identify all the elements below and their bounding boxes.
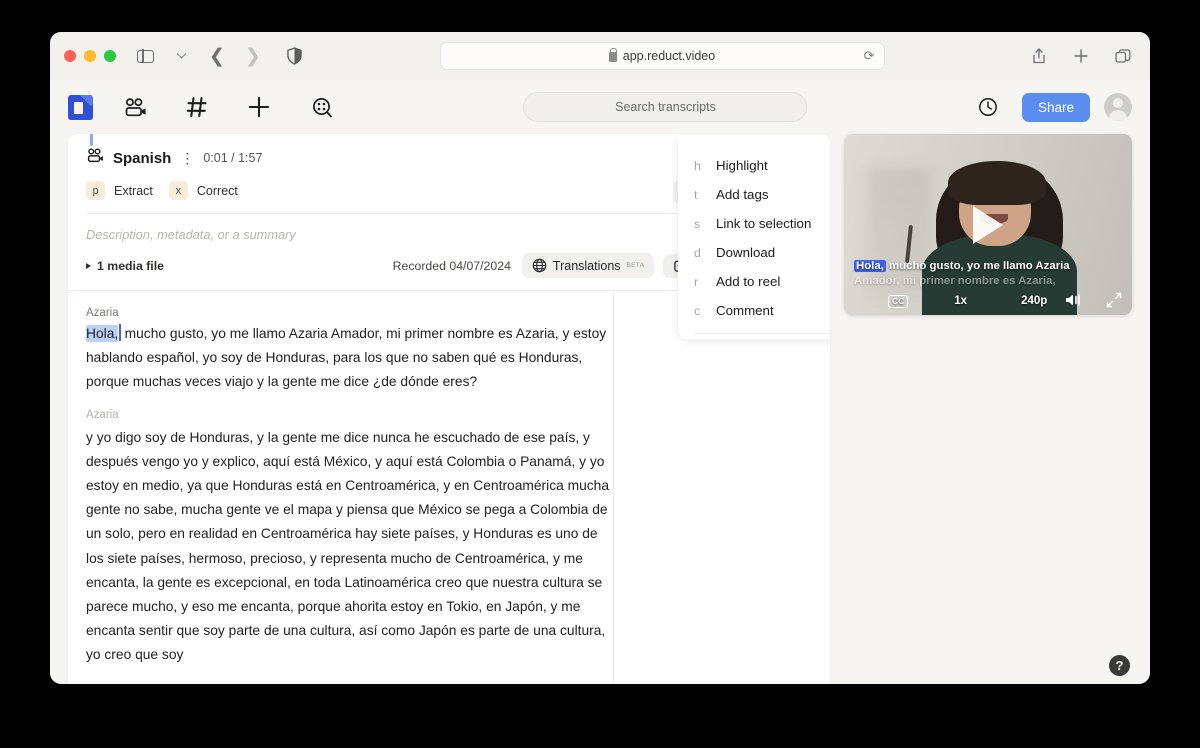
video-panel: Hola, mucho gusto, yo me llamo Azaria Am…: [844, 134, 1132, 684]
app-header: Search transcripts Share: [50, 80, 1150, 134]
recorded-date: Recorded 04/07/2024: [392, 258, 511, 273]
media-file-toggle[interactable]: 1 media file: [86, 259, 164, 273]
speaker-label: Azaria: [86, 307, 119, 319]
context-item-add-to-reel[interactable]: r Add to reel: [678, 267, 830, 296]
new-tab-button[interactable]: [1068, 44, 1094, 68]
translations-button[interactable]: Translations BETA: [521, 253, 655, 278]
quality-button[interactable]: 240p: [1021, 295, 1047, 307]
video-subject-hair-top: [947, 161, 1046, 205]
transcript-paragraph[interactable]: Hola, mucho gusto, yo me llamo Azaria Am…: [86, 322, 613, 395]
chevron-down-icon[interactable]: [168, 44, 194, 68]
context-item-label: Highlight: [716, 158, 768, 173]
kbd-key: x: [168, 181, 188, 200]
shortcut-key: d: [694, 245, 701, 260]
scroll-indicator: [90, 134, 93, 146]
transcript-paragraph[interactable]: y yo digo soy de Honduras, y la gente me…: [86, 426, 613, 668]
transcript-panel: Spanish ⋮ 0:01 / 1:57 p Extract x Correc…: [68, 134, 830, 684]
expand-icon[interactable]: [1106, 292, 1122, 311]
media-file-label: 1 media file: [97, 258, 164, 273]
search-placeholder: Search transcripts: [615, 100, 716, 114]
transcript-text-area[interactable]: Azaria Hola, mucho gusto, yo me llamo Az…: [68, 291, 613, 684]
sidebar-toggle-icon[interactable]: [132, 44, 158, 68]
transcript-title: Spanish: [113, 149, 172, 167]
privacy-shield-icon[interactable]: [276, 44, 302, 68]
plus-icon[interactable]: [239, 89, 279, 125]
beta-badge: BETA: [626, 262, 645, 269]
playback-time: 0:01 / 1:57: [203, 151, 263, 165]
video-controls: CC 1x 240p: [844, 287, 1132, 315]
shortcut-label: Correct: [196, 183, 238, 198]
hash-icon[interactable]: [177, 89, 217, 125]
desktop-background: ❮ ❯ app.reduct.video ⟳ Search transcript…: [0, 0, 1200, 748]
shortcut-key: t: [694, 187, 698, 202]
divider: [694, 333, 830, 334]
address-bar[interactable]: app.reduct.video ⟳: [439, 42, 885, 70]
shortcut-key: c: [694, 303, 701, 318]
context-item-highlight[interactable]: h Highlight: [678, 151, 830, 180]
shortcut-key: s: [694, 216, 701, 231]
selection-context-menu: h Highlight t Add tags s Link to selecti…: [678, 135, 830, 339]
kbd-key: p: [86, 181, 105, 200]
user-avatar[interactable]: [1104, 93, 1132, 121]
browser-window: ❮ ❯ app.reduct.video ⟳ Search transcript…: [50, 32, 1150, 684]
context-item-download[interactable]: d Download: [678, 238, 830, 267]
window-controls[interactable]: [64, 50, 116, 62]
shortcut-key: r: [694, 274, 699, 289]
close-window-button[interactable]: [64, 50, 76, 62]
play-icon[interactable]: [973, 205, 1003, 244]
shortcut-key: h: [694, 158, 701, 173]
clock-history-icon[interactable]: [968, 89, 1008, 125]
help-button[interactable]: ?: [1109, 655, 1130, 676]
cc-button[interactable]: CC: [888, 294, 909, 308]
context-item-label: Add tags: [716, 187, 769, 202]
reload-icon[interactable]: ⟳: [864, 48, 875, 64]
transcript-video-icon: [86, 148, 104, 168]
globe-icon: [532, 258, 547, 273]
url-text: app.reduct.video: [622, 49, 716, 63]
shortcut-label: Extract: [114, 183, 153, 198]
transcript-body: Azaria Hola, mucho gusto, yo me llamo Az…: [68, 291, 830, 684]
volume-icon[interactable]: [1065, 293, 1083, 310]
shortcut-correct[interactable]: x Correct: [168, 181, 238, 200]
privacy-shield-icon: [286, 47, 302, 65]
share-icon[interactable]: [1026, 44, 1052, 68]
panel-divider: [613, 291, 614, 684]
context-item-add-tags[interactable]: t Add tags: [678, 180, 830, 209]
minimize-window-button[interactable]: [84, 50, 96, 62]
share-button[interactable]: Share: [1021, 92, 1090, 122]
video-camera-icon[interactable]: [115, 89, 155, 125]
paragraph-rest: mucho gusto, yo me llamo Azaria Amador, …: [86, 326, 607, 390]
caption-highlight: Hola,: [854, 260, 886, 272]
reel-icon[interactable]: [301, 89, 341, 125]
maximize-window-button[interactable]: [104, 50, 116, 62]
translations-label: Translations: [552, 258, 621, 273]
video-player[interactable]: Hola, mucho gusto, yo me llamo Azaria Am…: [844, 134, 1132, 315]
browser-toolbar: ❮ ❯ app.reduct.video ⟳: [50, 32, 1150, 80]
context-item-label: Comment: [716, 303, 774, 318]
context-item-link-to-selection[interactable]: s Link to selection: [678, 209, 830, 238]
tab-overview-icon[interactable]: [1110, 44, 1136, 68]
video-captions: Hola, mucho gusto, yo me llamo Azaria Am…: [854, 259, 1122, 289]
lock-icon: [608, 47, 618, 62]
main-content: Spanish ⋮ 0:01 / 1:57 p Extract x Correc…: [50, 134, 1150, 684]
reduct-logo[interactable]: [68, 94, 93, 120]
shortcut-extract[interactable]: p Extract: [86, 181, 153, 200]
chevron-right-icon: [86, 262, 91, 269]
search-input[interactable]: Search transcripts: [523, 92, 808, 122]
context-item-comment[interactable]: c Comment: [678, 296, 830, 325]
playback-speed-button[interactable]: 1x: [954, 295, 967, 307]
context-item-label: Download: [716, 245, 776, 260]
speaker-label: Azaria: [86, 408, 119, 421]
forward-button[interactable]: ❯: [240, 44, 266, 68]
context-item-label: Add to reel: [716, 274, 781, 289]
more-options-icon[interactable]: ⋮: [180, 151, 194, 165]
context-item-label: Link to selection: [716, 216, 812, 231]
back-button[interactable]: ❮: [204, 44, 230, 68]
caption-line-1: mucho gusto, yo me llamo Azaria: [885, 260, 1070, 272]
text-selection[interactable]: Hola,: [86, 325, 119, 342]
